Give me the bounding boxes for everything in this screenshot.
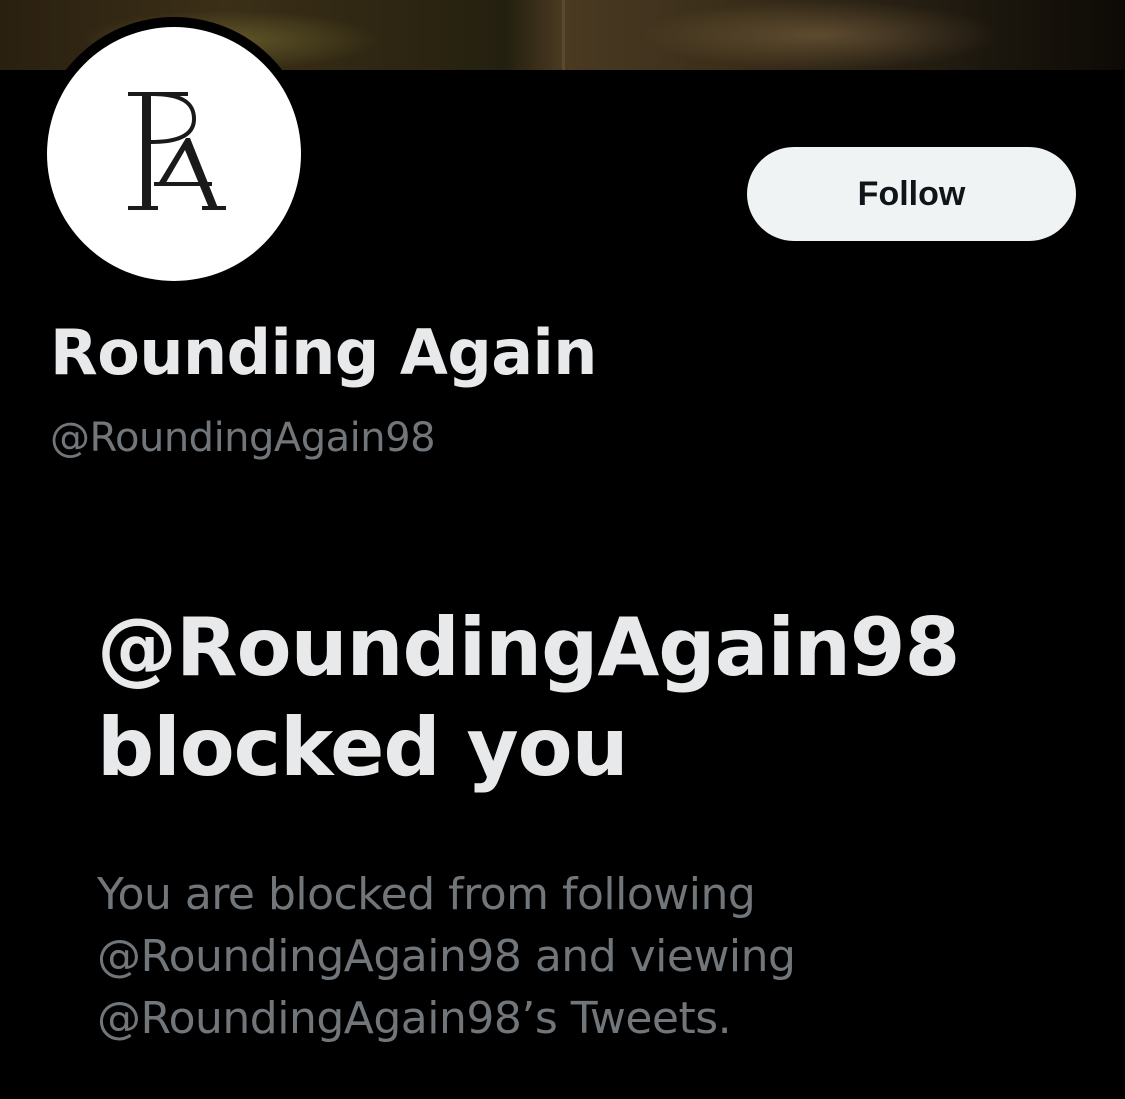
follow-button[interactable]: Follow: [747, 147, 1076, 241]
ra-monogram-logo-icon: [128, 92, 226, 210]
banner-photo-right: [640, 0, 1000, 70]
blocked-description: You are blocked from following @Rounding…: [97, 869, 796, 1044]
banner-divider: [562, 0, 565, 70]
blocked-title: @RoundingAgain98 blocked you: [97, 601, 960, 794]
profile-display-name: Rounding Again: [50, 316, 597, 389]
avatar[interactable]: [47, 27, 301, 281]
profile-handle: @RoundingAgain98: [50, 415, 436, 461]
